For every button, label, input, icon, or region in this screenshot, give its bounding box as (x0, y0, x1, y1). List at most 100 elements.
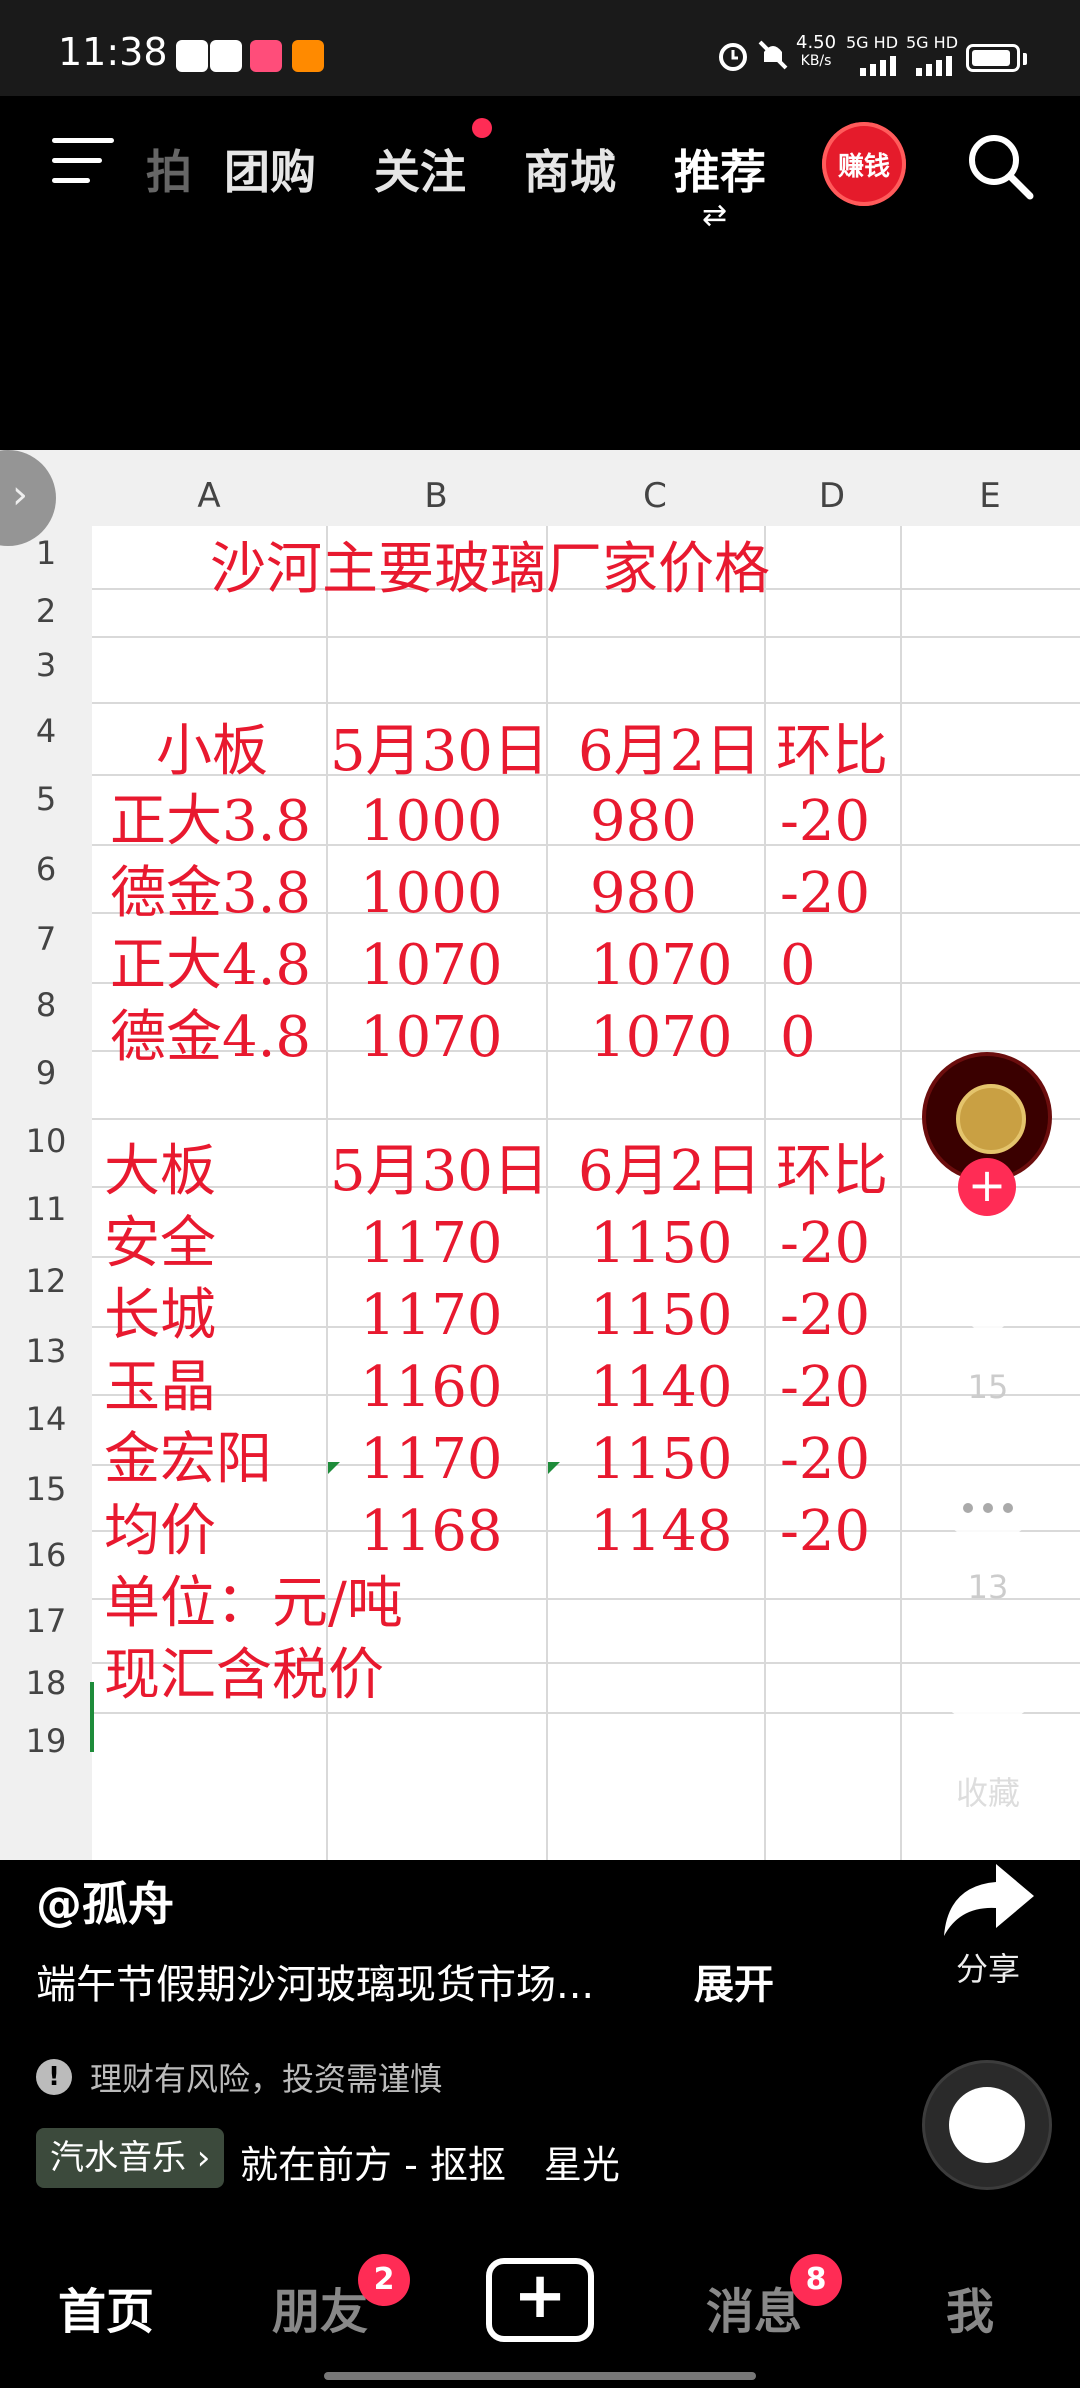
tab-home[interactable]: 首页 (58, 2272, 154, 2342)
col-c: C (643, 476, 667, 516)
tab-group-buy[interactable]: 团购 (224, 136, 316, 202)
row-header: 8 (35, 986, 57, 1024)
small-label-cell: 正大3.8 (110, 789, 312, 854)
music-disc[interactable] (922, 2060, 1052, 2190)
active-cell (90, 1682, 94, 1752)
row-header: 5 (35, 780, 57, 818)
row-header: 17 (25, 1602, 67, 1640)
large-label-cell: 玉晶 (104, 1355, 216, 1420)
col-e: E (979, 476, 1001, 516)
sim2-label: 5G HD (906, 33, 959, 52)
create-button[interactable]: + (486, 2258, 594, 2342)
tab-following[interactable]: 关注 (374, 136, 466, 202)
small-header-c: 6月2日 (578, 719, 762, 784)
small-jun2-cell: 980 (590, 789, 697, 854)
status-time: 11:38 (58, 30, 168, 74)
large-may30-cell: 1170 (360, 1283, 503, 1348)
swap-icon[interactable]: ⇄ (702, 198, 727, 233)
unit-note: 单位：元/吨 (104, 1571, 403, 1636)
large-jun2-cell: 1148 (590, 1499, 733, 1564)
small-header-b: 5月30日 (330, 719, 549, 784)
large-may30-cell: 1168 (360, 1499, 503, 1564)
tab-messages[interactable]: 消息 8 (706, 2254, 842, 2342)
risk-text: 理财有风险，投资需谨慎 (90, 2060, 443, 2098)
tab-messages-label: 消息 (706, 2284, 803, 2340)
large-label-cell: 均价 (104, 1499, 216, 1564)
status-bar: 11:38 4.50 KB/s 5G HD 5G HD (0, 0, 1080, 96)
home-indicator (324, 2372, 756, 2380)
music-title[interactable]: 就在前方 - 抠抠 星光 (240, 2134, 620, 2189)
small-change-cell: -20 (780, 861, 871, 926)
large-label-cell: 金宏阳 (104, 1427, 272, 1492)
large-jun2-cell: 1150 (590, 1211, 733, 1276)
risk-warning: ! 理财有风险，投资需谨慎 (36, 2054, 442, 2100)
col-b: B (424, 476, 448, 516)
small-may30-cell: 1000 (360, 789, 503, 854)
row-header: 14 (25, 1400, 67, 1438)
music-app-tag[interactable]: 汽水音乐 › (36, 2128, 225, 2188)
large-header-a: 大板 (104, 1139, 216, 1204)
small-header-a: 小板 (156, 719, 268, 784)
favorite-star-icon[interactable] (940, 1670, 1036, 1760)
earn-button[interactable]: 赚钱 (822, 122, 906, 206)
favorite-label: 收藏 (955, 1774, 1020, 1812)
large-header-d: 环比 (776, 1139, 888, 1204)
bottom-tab-bar: 首页 朋友 2 + 消息 8 我 (0, 2226, 1080, 2388)
like-icon[interactable] (940, 1262, 1036, 1346)
mute-icon (758, 40, 788, 70)
row-header: 6 (35, 850, 57, 888)
music-avatar-icon (949, 2087, 1025, 2163)
like-count: 15 (967, 1368, 1009, 1406)
small-change-cell: -20 (780, 789, 871, 854)
follow-button[interactable]: + (958, 1158, 1016, 1216)
small-jun2-cell: 980 (590, 861, 697, 926)
large-change-cell: -20 (780, 1427, 871, 1492)
small-label-cell: 正大4.8 (110, 933, 312, 998)
author-name[interactable]: @孤舟 (36, 1868, 174, 1934)
sheet-title: 沙河主要玻璃厂家价格 (210, 537, 770, 602)
tab-mall[interactable]: 商城 (524, 136, 616, 202)
row-header: 9 (35, 1054, 57, 1092)
row-header: 11 (25, 1190, 67, 1228)
wechat-icon (176, 40, 208, 72)
large-jun2-cell: 1140 (590, 1355, 733, 1420)
large-jun2-cell: 1150 (590, 1283, 733, 1348)
qq-icon (210, 40, 242, 72)
col-a: A (197, 476, 221, 516)
messages-badge: 8 (790, 2254, 842, 2306)
menu-icon[interactable] (52, 136, 114, 186)
alarm-icon (719, 43, 747, 71)
tax-note: 现汇含税价 (104, 1643, 384, 1708)
tab-recommend[interactable]: 推荐 (674, 136, 766, 202)
small-may30-cell: 1070 (360, 933, 503, 998)
large-header-b: 5月30日 (330, 1139, 549, 1204)
signal-2-icon (916, 56, 952, 76)
large-jun2-cell: 1150 (590, 1427, 733, 1492)
friends-badge: 2 (358, 2254, 410, 2306)
tab-partial[interactable]: 拍 (146, 136, 192, 202)
following-dot (472, 118, 492, 138)
search-icon[interactable] (964, 130, 1036, 202)
large-change-cell: -20 (780, 1355, 871, 1420)
row-header: 13 (25, 1332, 67, 1370)
share-arrow-icon (944, 1864, 1034, 1936)
share-button[interactable]: 分享 (920, 1860, 1056, 1990)
row-header: 15 (25, 1470, 67, 1508)
row-header: 19 (25, 1722, 67, 1760)
tab-me[interactable]: 我 (946, 2272, 994, 2342)
post-description: 端午节假期沙河玻璃现货市场... (36, 1962, 595, 2008)
top-nav: 拍 团购 关注 商城 推荐 ⇄ 赚钱 (0, 96, 1080, 233)
signal-1-icon (860, 56, 896, 76)
row-header: 16 (25, 1536, 67, 1574)
net-speed: 4.50 (796, 32, 837, 53)
video-player[interactable]: A B C D E 1 2 3 4 5 6 7 8 9 10 11 12 13 14 15 16 17 18 19 … (0, 450, 1080, 1860)
taobao-icon (292, 40, 324, 72)
small-change-cell: 0 (780, 1005, 816, 1070)
tab-friends[interactable]: 朋友 2 (272, 2254, 410, 2342)
net-unit: KB/s (800, 53, 832, 69)
sim1-label: 5G HD (846, 33, 899, 52)
expand-description-button[interactable]: 展开 (694, 1952, 774, 2010)
large-may30-cell: 1170 (360, 1211, 503, 1276)
comment-icon[interactable] (940, 1470, 1036, 1554)
small-may30-cell: 1070 (360, 1005, 503, 1070)
